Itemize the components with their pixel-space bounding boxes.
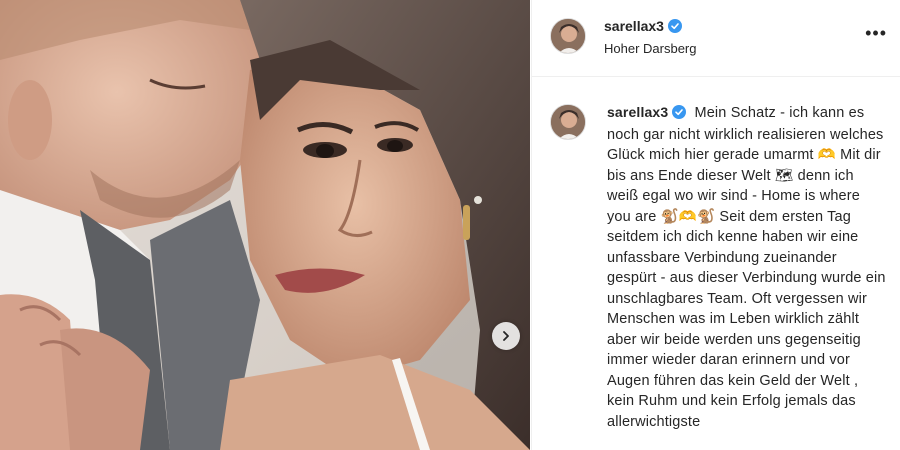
post-image[interactable]	[0, 0, 530, 450]
more-horizontal-icon: •••	[865, 23, 887, 43]
caption-username-link[interactable]: sarellax3	[607, 104, 687, 120]
post-caption: sarellax3 Mein Schatz - ich kann es noch…	[532, 96, 900, 450]
avatar-image	[551, 105, 585, 139]
caption-body: sarellax3 Mein Schatz - ich kann es noch…	[607, 102, 887, 432]
caption-username-text[interactable]: sarellax3	[607, 104, 668, 120]
chevron-right-icon	[503, 331, 509, 341]
caption-text: Mein Schatz - ich kann es noch gar nicht…	[607, 105, 886, 430]
post-header: sarellax3 Hoher Darsberg •••	[532, 0, 900, 77]
post-photo-illustration	[0, 0, 530, 450]
username-text[interactable]: sarellax3	[604, 18, 664, 34]
next-image-button[interactable]	[492, 322, 520, 350]
verified-badge-icon	[672, 104, 687, 125]
verified-badge-icon	[667, 19, 682, 36]
location-link[interactable]: Hoher Darsberg	[604, 41, 697, 56]
avatar[interactable]	[550, 18, 586, 54]
username-link[interactable]: sarellax3	[604, 18, 682, 36]
post-sidebar: sarellax3 Hoher Darsberg ••• sarellax3 M…	[531, 0, 900, 450]
more-options-button[interactable]: •••	[865, 24, 887, 42]
avatar-image	[551, 19, 585, 53]
caption-avatar[interactable]	[550, 104, 586, 140]
